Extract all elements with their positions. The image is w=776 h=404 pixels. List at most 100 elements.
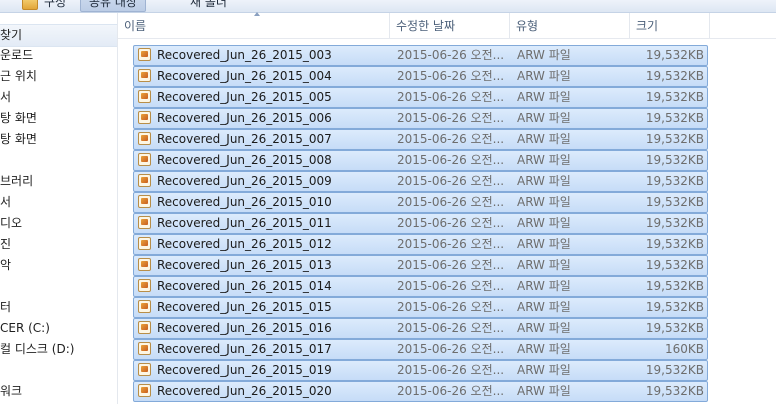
file-name: Recovered_Jun_26_2015_003: [157, 48, 332, 62]
arw-file-icon: [138, 195, 151, 208]
arw-file-icon: [138, 300, 151, 313]
arw-file-icon: [138, 258, 151, 271]
arw-file-icon: [138, 111, 151, 124]
file-row[interactable]: Recovered_Jun_26_2015_010 2015-06-26 오전..…: [133, 192, 708, 213]
nav-item-library-documents[interactable]: 서: [0, 192, 117, 213]
file-row[interactable]: Recovered_Jun_26_2015_019 2015-06-26 오전..…: [133, 360, 708, 381]
nav-item-pictures[interactable]: 진: [0, 234, 117, 255]
nav-item-documents[interactable]: 서: [0, 87, 117, 108]
arw-file-icon: [138, 69, 151, 82]
file-type: ARW 파일: [517, 258, 571, 272]
column-header-date[interactable]: 수정한 날짜: [390, 13, 510, 38]
file-size: 19,532KB: [645, 111, 704, 125]
nav-item-videos[interactable]: 디오: [0, 213, 117, 234]
file-row[interactable]: Recovered_Jun_26_2015_006 2015-06-26 오전..…: [133, 108, 708, 129]
file-name: Recovered_Jun_26_2015_017: [157, 342, 332, 356]
column-header-type[interactable]: 유형: [510, 13, 630, 38]
nav-item-downloads[interactable]: 운로드: [0, 45, 117, 66]
file-row[interactable]: Recovered_Jun_26_2015_005 2015-06-26 오전..…: [133, 87, 708, 108]
new-folder-button[interactable]: 새 폴더: [190, 0, 227, 11]
nav-item-network[interactable]: 워크: [0, 381, 117, 402]
file-row[interactable]: Recovered_Jun_26_2015_003 2015-06-26 오전..…: [133, 45, 708, 66]
file-row[interactable]: Recovered_Jun_26_2015_016 2015-06-26 오전..…: [133, 318, 708, 339]
nav-item-drive-c[interactable]: CER (C:): [0, 318, 117, 339]
organize-button[interactable]: 구성: [22, 0, 66, 11]
file-row[interactable]: Recovered_Jun_26_2015_015 2015-06-26 오전..…: [133, 297, 708, 318]
file-size: 19,532KB: [645, 48, 704, 62]
nav-item-desktop[interactable]: 탕 화면: [0, 108, 117, 129]
file-row[interactable]: Recovered_Jun_26_2015_013 2015-06-26 오전..…: [133, 255, 708, 276]
nav-item-libraries[interactable]: 브러리: [0, 171, 117, 192]
file-date: 2015-06-26 오전...: [397, 279, 505, 293]
file-size: 19,532KB: [645, 132, 704, 146]
file-name: Recovered_Jun_26_2015_014: [157, 279, 332, 293]
file-date: 2015-06-26 오전...: [397, 48, 505, 62]
file-size: 19,532KB: [645, 195, 704, 209]
file-size: 19,532KB: [645, 69, 704, 83]
arw-file-icon: [138, 279, 151, 292]
file-date: 2015-06-26 오전...: [397, 132, 505, 146]
new-folder-label: 새 폴더: [190, 0, 227, 9]
column-headers: 이름 수정한 날짜 유형 크기: [118, 12, 776, 39]
file-size: 19,532KB: [645, 174, 704, 188]
nav-item-music[interactable]: 악: [0, 255, 117, 276]
file-row[interactable]: Recovered_Jun_26_2015_011 2015-06-26 오전..…: [133, 213, 708, 234]
file-name: Recovered_Jun_26_2015_010: [157, 195, 332, 209]
nav-item-favorites[interactable]: 찾기: [0, 24, 117, 47]
file-type: ARW 파일: [517, 90, 571, 104]
file-type: ARW 파일: [517, 237, 571, 251]
file-date: 2015-06-26 오전...: [397, 300, 505, 314]
file-type: ARW 파일: [517, 342, 571, 356]
file-name: Recovered_Jun_26_2015_020: [157, 384, 332, 398]
arw-file-icon: [138, 216, 151, 229]
file-date: 2015-06-26 오전...: [397, 237, 505, 251]
file-size: 19,532KB: [645, 300, 704, 314]
nav-item-desktop-2[interactable]: 탕 화면: [0, 129, 117, 150]
arw-file-icon: [138, 384, 151, 397]
file-name: Recovered_Jun_26_2015_006: [157, 111, 332, 125]
file-size: 19,532KB: [645, 237, 704, 251]
nav-item-computer[interactable]: 터: [0, 297, 117, 318]
column-header-size[interactable]: 크기: [630, 13, 710, 38]
file-row[interactable]: Recovered_Jun_26_2015_014 2015-06-26 오전..…: [133, 276, 708, 297]
file-row[interactable]: Recovered_Jun_26_2015_020 2015-06-26 오전..…: [133, 381, 708, 402]
file-name: Recovered_Jun_26_2015_008: [157, 153, 332, 167]
file-size: 19,532KB: [645, 321, 704, 335]
share-label: 공유 대상: [89, 0, 137, 9]
file-type: ARW 파일: [517, 216, 571, 230]
file-date: 2015-06-26 오전...: [397, 90, 505, 104]
file-type: ARW 파일: [517, 174, 571, 188]
file-date: 2015-06-26 오전...: [397, 321, 505, 335]
file-type: ARW 파일: [517, 363, 571, 377]
file-name: Recovered_Jun_26_2015_015: [157, 300, 332, 314]
file-type: ARW 파일: [517, 279, 571, 293]
arw-file-icon: [138, 90, 151, 103]
file-size: 19,532KB: [645, 153, 704, 167]
file-name: Recovered_Jun_26_2015_012: [157, 237, 332, 251]
organize-label: 구성: [44, 0, 67, 9]
file-row[interactable]: Recovered_Jun_26_2015_004 2015-06-26 오전..…: [133, 66, 708, 87]
file-row[interactable]: Recovered_Jun_26_2015_008 2015-06-26 오전..…: [133, 150, 708, 171]
share-button[interactable]: 공유 대상: [80, 0, 146, 12]
file-date: 2015-06-26 오전...: [397, 111, 505, 125]
file-name: Recovered_Jun_26_2015_019: [157, 363, 332, 377]
file-type: ARW 파일: [517, 195, 571, 209]
file-row[interactable]: Recovered_Jun_26_2015_012 2015-06-26 오전..…: [133, 234, 708, 255]
arw-file-icon: [138, 237, 151, 250]
file-list: 이름 수정한 날짜 유형 크기 Recovered_Jun_26_2015_00…: [118, 12, 776, 404]
file-type: ARW 파일: [517, 300, 571, 314]
file-row[interactable]: Recovered_Jun_26_2015_017 2015-06-26 오전..…: [133, 339, 708, 360]
file-size: 19,532KB: [645, 384, 704, 398]
nav-item-drive-d[interactable]: 컬 디스크 (D:): [0, 339, 117, 360]
file-row[interactable]: Recovered_Jun_26_2015_007 2015-06-26 오전..…: [133, 129, 708, 150]
arw-file-icon: [138, 342, 151, 355]
file-row[interactable]: Recovered_Jun_26_2015_009 2015-06-26 오전..…: [133, 171, 708, 192]
column-header-name[interactable]: 이름: [118, 12, 390, 38]
file-type: ARW 파일: [517, 69, 571, 83]
file-date: 2015-06-26 오전...: [397, 363, 505, 377]
nav-item-recent-places[interactable]: 근 위치: [0, 66, 117, 87]
file-date: 2015-06-26 오전...: [397, 258, 505, 272]
file-name: Recovered_Jun_26_2015_013: [157, 258, 332, 272]
file-name: Recovered_Jun_26_2015_004: [157, 69, 332, 83]
file-size: 19,532KB: [645, 90, 704, 104]
